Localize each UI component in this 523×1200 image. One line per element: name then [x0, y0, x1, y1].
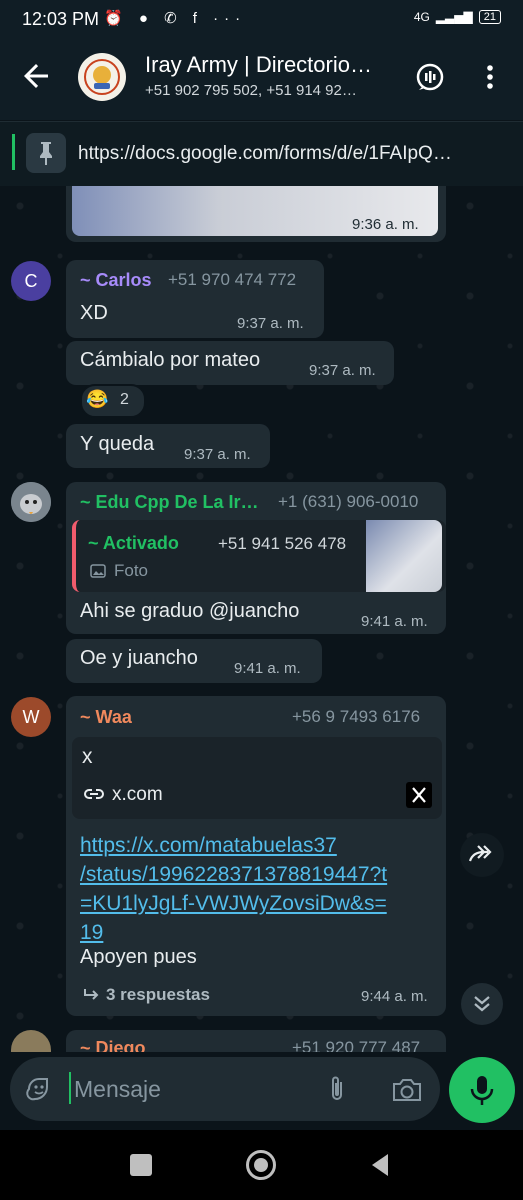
message-bubble[interactable]: ~ Diego +51 920 777 487: [66, 1030, 446, 1052]
message-text: Cámbialo por mateo: [80, 349, 261, 371]
sender-avatar[interactable]: C: [11, 261, 51, 301]
battery-icon: 21: [478, 10, 501, 24]
quoted-phone: +51 941 526 478: [218, 534, 347, 553]
link-line[interactable]: /status/1996228371378819447?t: [80, 860, 387, 889]
back-arrow-icon[interactable]: [18, 58, 54, 94]
sender-name[interactable]: ~ Edu Cpp De La Ir…: [80, 492, 259, 513]
more-options-icon[interactable]: [480, 62, 500, 92]
pin-icon: [40, 142, 52, 165]
link-preview[interactable]: [72, 737, 442, 819]
signal-icon: ▂▃▅▇: [435, 10, 473, 24]
back-nav-icon[interactable]: [368, 1152, 392, 1178]
double-chevron-down-icon: [474, 996, 490, 1012]
x-logo-icon: [406, 782, 432, 808]
link-line[interactable]: =KU1lyJgLf-VWJWyZovsiDw&s=: [80, 889, 387, 918]
message-time: 9:41 a. m.: [234, 660, 301, 677]
pin-icon-box: [26, 133, 66, 173]
home-icon[interactable]: [246, 1150, 276, 1180]
microphone-icon: [470, 1076, 494, 1105]
reaction-count: 2: [120, 391, 129, 408]
sender-avatar[interactable]: W: [11, 697, 51, 737]
link-preview-title: x: [82, 745, 93, 768]
sender-phone: +56 9 7493 6176: [292, 707, 421, 726]
voice-message-button[interactable]: [449, 1057, 515, 1123]
camera-icon[interactable]: [390, 1075, 424, 1105]
link-line[interactable]: https://x.com/matabuelas37: [80, 831, 387, 860]
message-text: Oe y juancho: [80, 647, 198, 669]
link-icon: [84, 789, 104, 799]
message-text: Ahi se graduo @juancho: [80, 600, 300, 622]
status-system-icons: 4G ▂▃▅▇ 21: [414, 10, 501, 24]
message-time: 9:37 a. m.: [237, 315, 304, 332]
message-link[interactable]: https://x.com/matabuelas37 /status/19962…: [80, 831, 387, 947]
status-notification-icons: ⏰ ● ✆ f ···: [104, 10, 247, 27]
quoted-type: Foto: [114, 561, 149, 580]
replies-link[interactable]: 3 respuestas: [106, 985, 210, 1005]
sticker-icon[interactable]: [24, 1074, 54, 1104]
status-time: 12:03 PM: [22, 9, 100, 29]
scroll-down-button[interactable]: [461, 983, 503, 1025]
voice-chat-icon[interactable]: [414, 61, 446, 93]
sender-name[interactable]: ~ Diego: [80, 1038, 146, 1052]
group-participants[interactable]: +51 902 795 502, +51 914 92…: [145, 82, 390, 99]
laughing-emoji-icon: 😂: [86, 389, 109, 409]
message-time: 9:44 a. m.: [361, 988, 428, 1005]
text-cursor: [69, 1072, 71, 1104]
reply-arrow-icon: [84, 989, 99, 1000]
message-input[interactable]: [72, 1068, 306, 1110]
group-logo-icon: [80, 55, 124, 99]
link-line[interactable]: 19: [80, 918, 387, 947]
message-time: 9:37 a. m.: [309, 362, 376, 379]
quoted-sender: ~ Activado: [88, 533, 179, 553]
photo-icon: [90, 564, 106, 578]
attach-icon[interactable]: [324, 1073, 350, 1105]
sender-phone: +1 (631) 906-0010: [278, 492, 419, 511]
sender-phone: +51 970 474 772: [168, 270, 297, 289]
group-avatar[interactable]: [78, 53, 126, 101]
message-text: Y queda: [80, 433, 155, 455]
network-label: 4G: [413, 10, 430, 24]
group-title[interactable]: Iray Army | Directorio…: [145, 52, 395, 78]
sender-phone: +51 920 777 487: [292, 1038, 421, 1052]
recents-icon[interactable]: [130, 1154, 152, 1176]
message-text: XD: [80, 302, 108, 324]
sender-name[interactable]: ~ Carlos: [80, 270, 152, 291]
sender-avatar[interactable]: [11, 482, 51, 522]
quoted-thumbnail: [366, 520, 442, 592]
sender-name[interactable]: ~ Waa: [80, 707, 132, 728]
link-preview-domain: x.com: [112, 784, 163, 805]
message-text: Apoyen pues: [80, 946, 197, 968]
message-time: 9:41 a. m.: [361, 613, 428, 630]
pinned-indicator: [12, 134, 15, 170]
message-time: 9:37 a. m.: [184, 446, 251, 463]
forward-button[interactable]: [460, 833, 504, 877]
pinned-link-text[interactable]: https://docs.google.com/forms/d/e/1FAIpQ…: [78, 143, 510, 165]
forward-icon: [468, 845, 492, 862]
cat-avatar-icon: [11, 482, 51, 522]
message-time: 9:36 a. m.: [352, 216, 419, 233]
